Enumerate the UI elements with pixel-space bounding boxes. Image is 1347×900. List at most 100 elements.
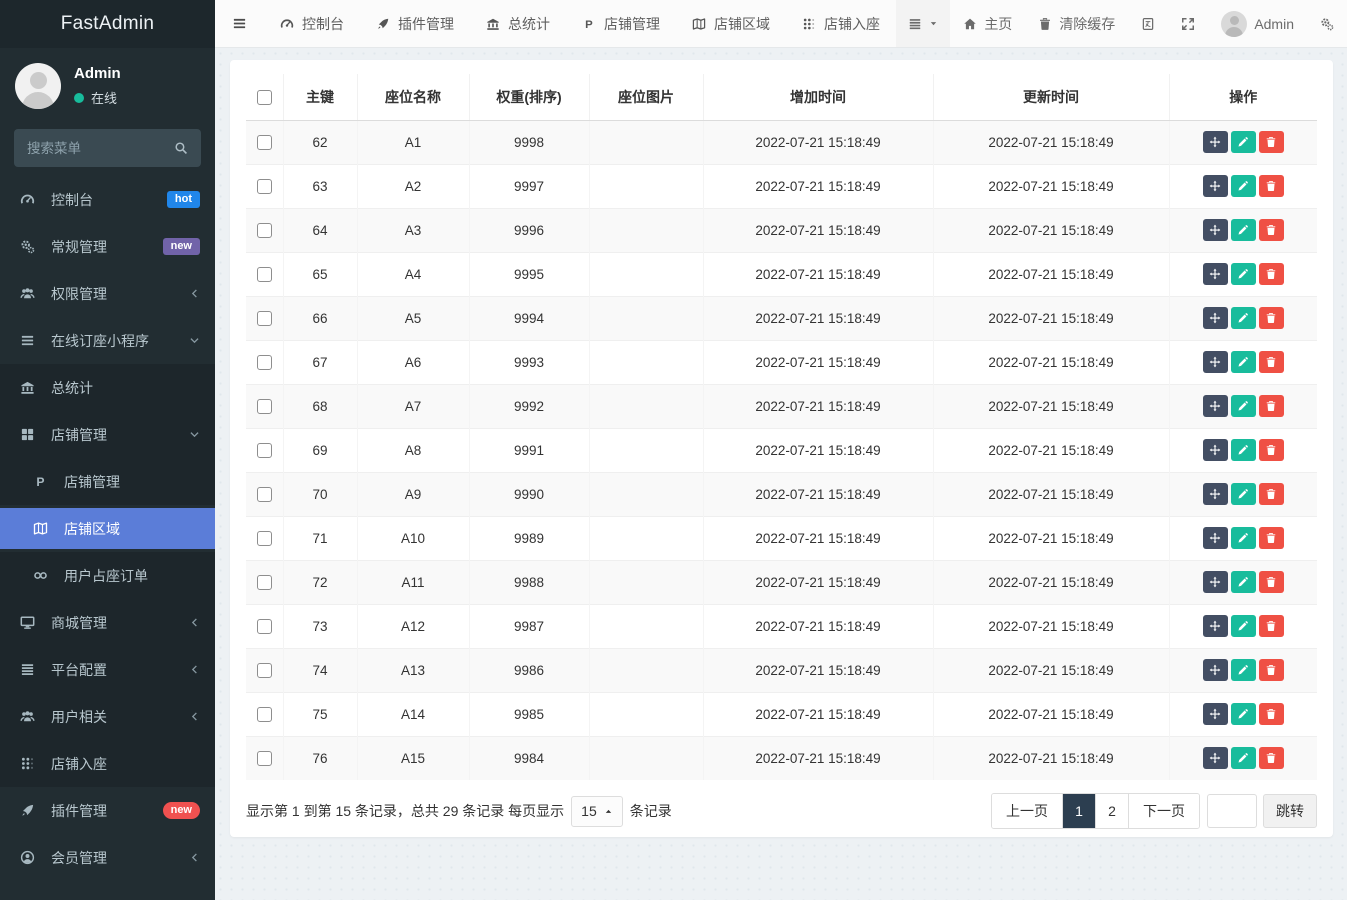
sidebar-item-mall[interactable]: 商城管理 — [0, 599, 215, 646]
edit-row-button[interactable] — [1231, 747, 1256, 769]
move-row-button[interactable] — [1203, 659, 1228, 681]
settings-button[interactable] — [1307, 0, 1347, 47]
sidebar-item-member[interactable]: 会员管理 — [0, 834, 215, 881]
sidebar-item-general[interactable]: 常规管理new — [0, 223, 215, 270]
edit-row-button[interactable] — [1231, 131, 1256, 153]
row-checkbox[interactable] — [257, 619, 272, 634]
delete-row-button[interactable] — [1259, 483, 1284, 505]
row-checkbox[interactable] — [257, 179, 272, 194]
language-button[interactable] — [1128, 0, 1168, 47]
row-checkbox[interactable] — [257, 575, 272, 590]
move-row-button[interactable] — [1203, 703, 1228, 725]
edit-row-button[interactable] — [1231, 527, 1256, 549]
menu-search-input[interactable] — [27, 141, 174, 156]
sidebar-item-shop-seat[interactable]: 店铺入座 — [0, 740, 215, 787]
row-checkbox[interactable] — [257, 135, 272, 150]
sidebar-toggle-button[interactable] — [215, 0, 264, 47]
delete-row-button[interactable] — [1259, 175, 1284, 197]
row-checkbox[interactable] — [257, 443, 272, 458]
edit-row-button[interactable] — [1231, 307, 1256, 329]
row-checkbox[interactable] — [257, 311, 272, 326]
page-button-1[interactable]: 1 — [1062, 794, 1095, 828]
sidebar-item-platform[interactable]: 平台配置 — [0, 646, 215, 693]
move-row-button[interactable] — [1203, 131, 1228, 153]
delete-row-button[interactable] — [1259, 263, 1284, 285]
sidebar-item-addon[interactable]: 插件管理new — [0, 787, 215, 834]
tab-shop-seat[interactable]: 店铺入座 — [786, 0, 896, 47]
sidebar-item-shop-manage-sub[interactable]: P店铺管理 — [0, 458, 215, 505]
edit-row-button[interactable] — [1231, 395, 1256, 417]
move-row-button[interactable] — [1203, 571, 1228, 593]
edit-row-button[interactable] — [1231, 175, 1256, 197]
row-checkbox[interactable] — [257, 223, 272, 238]
page-button-2[interactable]: 2 — [1095, 794, 1128, 828]
tab-addon[interactable]: 插件管理 — [360, 0, 470, 47]
delete-row-button[interactable] — [1259, 747, 1284, 769]
edit-row-button[interactable] — [1231, 263, 1256, 285]
search-icon[interactable] — [174, 141, 188, 155]
row-checkbox[interactable] — [257, 399, 272, 414]
move-row-button[interactable] — [1203, 263, 1228, 285]
delete-row-button[interactable] — [1259, 439, 1284, 461]
row-checkbox[interactable] — [257, 751, 272, 766]
move-row-button[interactable] — [1203, 527, 1228, 549]
edit-row-button[interactable] — [1231, 219, 1256, 241]
row-checkbox[interactable] — [257, 267, 272, 282]
delete-row-button[interactable] — [1259, 659, 1284, 681]
clear-cache-button[interactable]: 清除缓存 — [1025, 0, 1128, 47]
row-checkbox[interactable] — [257, 487, 272, 502]
edit-row-button[interactable] — [1231, 571, 1256, 593]
row-checkbox[interactable] — [257, 707, 272, 722]
move-row-button[interactable] — [1203, 483, 1228, 505]
delete-row-button[interactable] — [1259, 307, 1284, 329]
delete-row-button[interactable] — [1259, 131, 1284, 153]
delete-row-button[interactable] — [1259, 703, 1284, 725]
move-row-button[interactable] — [1203, 615, 1228, 637]
page-size-select[interactable]: 15 — [571, 796, 623, 827]
edit-row-button[interactable] — [1231, 439, 1256, 461]
jump-page-input[interactable] — [1207, 794, 1257, 828]
move-row-button[interactable] — [1203, 351, 1228, 373]
delete-row-button[interactable] — [1259, 527, 1284, 549]
prev-page-button[interactable]: 上一页 — [992, 794, 1062, 828]
move-row-button[interactable] — [1203, 395, 1228, 417]
app-logo[interactable]: FastAdmin — [0, 0, 215, 48]
edit-row-button[interactable] — [1231, 351, 1256, 373]
fullscreen-button[interactable] — [1168, 0, 1208, 47]
move-row-button[interactable] — [1203, 175, 1228, 197]
sidebar-item-user-seat-order[interactable]: 用户占座订单 — [0, 552, 215, 599]
user-menu[interactable]: Admin — [1208, 0, 1307, 47]
topbar-nav-dropdown[interactable] — [896, 0, 950, 47]
sidebar-item-shop-manage[interactable]: 店铺管理 — [0, 411, 215, 458]
delete-row-button[interactable] — [1259, 395, 1284, 417]
sidebar-item-shop-area[interactable]: 店铺区域 — [0, 508, 215, 549]
select-all-checkbox[interactable] — [257, 90, 272, 105]
move-row-button[interactable] — [1203, 439, 1228, 461]
delete-row-button[interactable] — [1259, 351, 1284, 373]
row-checkbox[interactable] — [257, 355, 272, 370]
delete-row-button[interactable] — [1259, 219, 1284, 241]
jump-button[interactable]: 跳转 — [1263, 794, 1317, 828]
edit-row-button[interactable] — [1231, 659, 1256, 681]
delete-row-button[interactable] — [1259, 571, 1284, 593]
sidebar-item-stats[interactable]: 总统计 — [0, 364, 215, 411]
edit-row-button[interactable] — [1231, 703, 1256, 725]
edit-row-button[interactable] — [1231, 483, 1256, 505]
home-button[interactable]: 主页 — [950, 0, 1025, 47]
move-row-button[interactable] — [1203, 307, 1228, 329]
row-checkbox[interactable] — [257, 663, 272, 678]
tab-shop-manage[interactable]: P店铺管理 — [566, 0, 676, 47]
move-row-button[interactable] — [1203, 219, 1228, 241]
sidebar-item-mini-program[interactable]: 在线订座小程序 — [0, 317, 215, 364]
sidebar-item-console[interactable]: 控制台hot — [0, 176, 215, 223]
next-page-button[interactable]: 下一页 — [1128, 794, 1199, 828]
tab-stats[interactable]: 总统计 — [470, 0, 566, 47]
user-avatar[interactable] — [15, 63, 61, 109]
tab-shop-area[interactable]: 店铺区域 — [676, 0, 786, 47]
edit-row-button[interactable] — [1231, 615, 1256, 637]
sidebar-item-auth[interactable]: 权限管理 — [0, 270, 215, 317]
sidebar-item-user-related[interactable]: 用户相关 — [0, 693, 215, 740]
move-row-button[interactable] — [1203, 747, 1228, 769]
delete-row-button[interactable] — [1259, 615, 1284, 637]
tab-console[interactable]: 控制台 — [264, 0, 360, 47]
